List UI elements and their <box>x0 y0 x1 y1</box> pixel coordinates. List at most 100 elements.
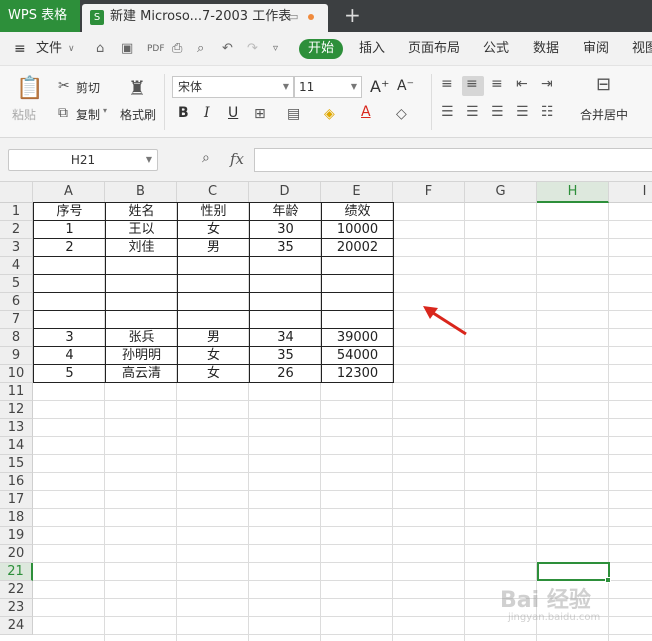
zoom-search-icon[interactable]: ⌕ <box>202 150 210 166</box>
header-cell[interactable]: 姓名 <box>105 202 178 221</box>
paste-button[interactable]: 粘贴 <box>12 106 36 123</box>
column-header-g[interactable]: G <box>465 182 537 203</box>
column-header-f[interactable]: F <box>393 182 465 203</box>
header-cell[interactable]: 绩效 <box>321 202 394 221</box>
row-header-18[interactable]: 18 <box>0 509 33 527</box>
row-header-15[interactable]: 15 <box>0 455 33 473</box>
chevron-down-icon[interactable]: ∨ <box>68 32 75 66</box>
tab-data[interactable]: 数据 <box>533 32 559 66</box>
table-cell[interactable]: 高云清 <box>105 364 178 383</box>
header-cell[interactable]: 年龄 <box>249 202 322 221</box>
table-cell[interactable] <box>177 310 250 329</box>
copy-button[interactable]: 复制 <box>76 106 100 123</box>
table-cell[interactable] <box>177 292 250 311</box>
row-header-3[interactable]: 3 <box>0 239 33 257</box>
redo-icon[interactable]: ↷ <box>247 42 258 56</box>
align-center-icon[interactable]: ☰ <box>466 104 479 120</box>
row-header-9[interactable]: 9 <box>0 347 33 365</box>
table-cell[interactable]: 3 <box>33 328 106 347</box>
formula-input[interactable] <box>254 148 652 172</box>
tab-insert[interactable]: 插入 <box>359 32 385 66</box>
format-painter-button[interactable]: 格式刷 <box>120 106 156 123</box>
table-cell[interactable] <box>105 292 178 311</box>
underline-button[interactable]: U <box>228 105 238 121</box>
table-cell[interactable]: 男 <box>177 328 250 347</box>
table-cell[interactable]: 30 <box>249 220 322 239</box>
align-right-icon[interactable]: ☰ <box>491 104 504 120</box>
table-cell[interactable] <box>177 274 250 293</box>
table-cell[interactable]: 10000 <box>321 220 394 239</box>
table-cell[interactable] <box>249 274 322 293</box>
undo-icon[interactable]: ↶ <box>222 42 233 56</box>
table-cell[interactable]: 35 <box>249 238 322 257</box>
font-size-select[interactable]: 11 ▼ <box>294 76 362 98</box>
wps-home-tab[interactable]: WPS 表格 <box>0 0 80 32</box>
font-color-button[interactable]: A <box>361 104 371 120</box>
row-header-19[interactable]: 19 <box>0 527 33 545</box>
table-cell[interactable] <box>33 256 106 275</box>
table-cell[interactable] <box>33 274 106 293</box>
column-header-i[interactable]: I <box>609 182 652 203</box>
fill-handle[interactable] <box>605 577 611 583</box>
table-cell[interactable]: 20002 <box>321 238 394 257</box>
row-header-17[interactable]: 17 <box>0 491 33 509</box>
row-header-20[interactable]: 20 <box>0 545 33 563</box>
justify-icon[interactable]: ☰ <box>516 104 529 120</box>
borders-icon[interactable]: ⊞ <box>254 106 266 122</box>
row-header-8[interactable]: 8 <box>0 329 33 347</box>
new-tab-button[interactable]: + <box>344 2 361 28</box>
select-all-corner[interactable] <box>0 182 33 203</box>
clear-format-icon[interactable]: ◇ <box>396 106 407 122</box>
column-header-d[interactable]: D <box>249 182 321 203</box>
row-header-12[interactable]: 12 <box>0 401 33 419</box>
column-header-b[interactable]: B <box>105 182 177 203</box>
decrease-indent-icon[interactable]: ⇤ <box>516 76 528 92</box>
table-cell[interactable]: 2 <box>33 238 106 257</box>
increase-indent-icon[interactable]: ⇥ <box>541 76 553 92</box>
table-cell[interactable]: 26 <box>249 364 322 383</box>
italic-button[interactable]: I <box>204 105 210 121</box>
tab-page-layout[interactable]: 页面布局 <box>408 32 460 66</box>
monitor-icon[interactable]: ▭ <box>288 4 298 30</box>
save-icon[interactable]: ▣ <box>121 42 133 56</box>
insert-function-button[interactable]: fx <box>230 150 244 168</box>
tab-formulas[interactable]: 公式 <box>483 32 509 66</box>
table-cell[interactable]: 女 <box>177 364 250 383</box>
file-menu[interactable]: 文件 <box>36 32 62 66</box>
table-cell[interactable] <box>105 274 178 293</box>
table-cell[interactable]: 12300 <box>321 364 394 383</box>
table-cell[interactable]: 1 <box>33 220 106 239</box>
table-cell[interactable]: 34 <box>249 328 322 347</box>
row-header-11[interactable]: 11 <box>0 383 33 401</box>
align-top-icon[interactable]: ≡ <box>441 76 453 92</box>
table-cell[interactable] <box>105 310 178 329</box>
column-header-c[interactable]: C <box>177 182 249 203</box>
header-cell[interactable]: 序号 <box>33 202 106 221</box>
row-header-16[interactable]: 16 <box>0 473 33 491</box>
table-cell[interactable] <box>321 256 394 275</box>
table-cell[interactable]: 54000 <box>321 346 394 365</box>
table-cell[interactable]: 女 <box>177 220 250 239</box>
table-cell[interactable] <box>177 256 250 275</box>
hamburger-menu-icon[interactable]: ≡ <box>14 32 26 66</box>
table-cell[interactable]: 39000 <box>321 328 394 347</box>
decrease-font-button[interactable]: A⁻ <box>397 78 414 94</box>
align-bottom-icon[interactable]: ≡ <box>491 76 503 92</box>
merge-center-icon[interactable]: ⊟ <box>596 76 611 94</box>
table-cell[interactable] <box>249 292 322 311</box>
table-cell[interactable] <box>33 292 106 311</box>
row-header-13[interactable]: 13 <box>0 419 33 437</box>
table-cell[interactable] <box>321 292 394 311</box>
tab-review[interactable]: 审阅 <box>583 32 609 66</box>
header-cell[interactable]: 性别 <box>177 202 250 221</box>
row-header-4[interactable]: 4 <box>0 257 33 275</box>
copy-icon[interactable]: ⧉ <box>58 105 68 121</box>
cut-button[interactable]: 剪切 <box>76 79 100 96</box>
table-cell[interactable] <box>105 256 178 275</box>
table-cell[interactable]: 男 <box>177 238 250 257</box>
paste-icon[interactable]: 📋 <box>16 78 43 100</box>
table-cell[interactable]: 孙明明 <box>105 346 178 365</box>
column-header-a[interactable]: A <box>33 182 105 203</box>
table-cell[interactable] <box>321 274 394 293</box>
quick-access-dropdown-icon[interactable]: ▿ <box>273 42 278 56</box>
